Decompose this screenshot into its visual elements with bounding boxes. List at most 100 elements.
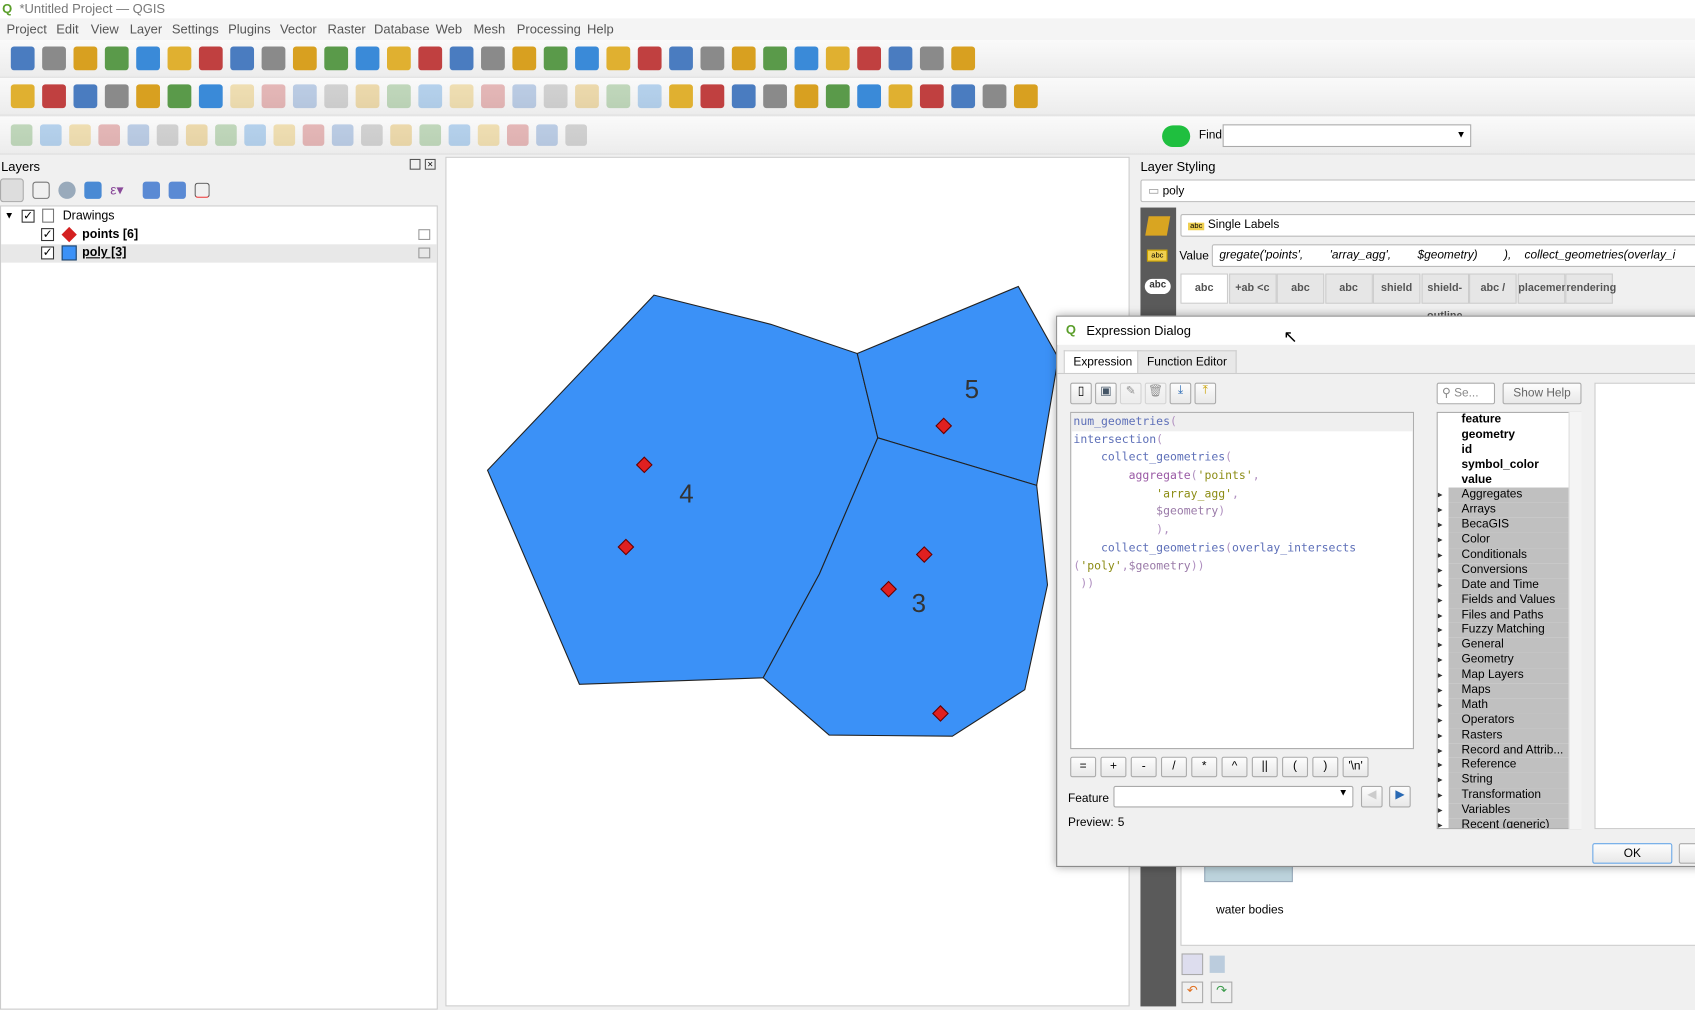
remove-layer-icon[interactable] [194, 182, 210, 198]
new-geopackage-icon[interactable] [42, 84, 66, 109]
add-group-icon[interactable] [32, 181, 50, 199]
function-group[interactable]: Maps [1438, 683, 1581, 699]
visibility-icon[interactable] [58, 181, 76, 199]
rotate-icon[interactable] [69, 124, 91, 146]
menu-edit[interactable]: Edit [56, 22, 78, 37]
expand-all-icon[interactable] [142, 181, 160, 199]
new-print-layout-icon[interactable] [104, 46, 129, 71]
labels-abc-icon[interactable]: abc [1144, 278, 1171, 295]
data-source-manager-icon[interactable] [10, 84, 35, 109]
label-abc-icon[interactable] [669, 84, 693, 109]
save-icon[interactable]: ▣ [1095, 382, 1117, 405]
trim-extend-icon[interactable] [477, 124, 500, 146]
operator-button[interactable]: ^ [1221, 756, 1248, 778]
cut-icon[interactable] [512, 84, 537, 109]
layer-group-drawings[interactable]: ▼ ✓ Drawings [1, 208, 437, 226]
python-icon[interactable] [951, 84, 976, 109]
cloud-icon[interactable] [1162, 125, 1191, 148]
operator-button[interactable]: / [1160, 756, 1187, 778]
operator-button[interactable]: * [1191, 756, 1218, 778]
function-group[interactable]: Math [1438, 698, 1581, 714]
zoom-out-icon[interactable] [292, 46, 317, 71]
embedded-widget-icon[interactable] [418, 247, 431, 259]
statistics-icon[interactable] [825, 46, 850, 71]
save-edits-icon[interactable] [292, 84, 317, 109]
function-group[interactable]: Transformation [1438, 788, 1581, 804]
new-mesh-icon[interactable] [167, 84, 192, 109]
menu-layer[interactable]: Layer [130, 22, 162, 37]
label-change-icon[interactable] [825, 84, 850, 109]
pan-icon[interactable] [198, 46, 223, 71]
zoom-to-selection-icon[interactable] [355, 46, 380, 71]
function-group[interactable]: Conditionals [1438, 548, 1581, 564]
import-icon[interactable]: ⤓ [1169, 382, 1192, 405]
attribute-table-icon[interactable] [763, 46, 787, 71]
map-canvas[interactable]: 4 5 3 [445, 156, 1130, 1007]
split-parts-icon[interactable] [361, 124, 383, 146]
field-item[interactable]: geometry [1438, 428, 1581, 443]
function-group[interactable]: General [1438, 638, 1581, 654]
delete-selected-icon[interactable] [481, 84, 505, 109]
new-spatialite-icon[interactable] [104, 84, 129, 109]
reshape-icon[interactable] [273, 124, 296, 146]
group-checkbox[interactable]: ✓ [21, 209, 35, 223]
filter-icon[interactable] [84, 181, 102, 199]
modify-attributes-icon[interactable] [449, 84, 474, 109]
expression-filter-icon[interactable]: ε▾ [110, 182, 134, 199]
operator-button[interactable]: || [1251, 756, 1278, 778]
refresh-icon[interactable] [606, 46, 631, 71]
plugin-more-icon[interactable] [1013, 84, 1038, 109]
merge-attributes-icon[interactable] [390, 124, 412, 146]
map-tips-icon[interactable] [888, 46, 913, 71]
label-value-expression[interactable]: gregate('points', 'array_agg', $geometry… [1211, 244, 1695, 268]
menu-help[interactable]: Help [587, 22, 614, 37]
layer-item-points[interactable]: ✓ points [6] [1, 226, 437, 244]
style-manager-icon[interactable] [167, 46, 192, 71]
add-part-icon[interactable] [156, 124, 179, 146]
menu-view[interactable]: View [91, 22, 119, 37]
add-feature-icon[interactable] [386, 84, 411, 109]
delete-part-icon[interactable] [244, 124, 266, 146]
label-tab-7[interactable]: placement [1517, 273, 1572, 304]
field-item[interactable]: id [1438, 443, 1581, 458]
label-tab-5[interactable]: shield-outline [1420, 273, 1469, 322]
show-help-button[interactable]: Show Help [1502, 382, 1582, 405]
toggle-editing-icon[interactable] [230, 84, 255, 109]
function-group[interactable]: Fields and Values [1438, 593, 1581, 609]
label-tab-2[interactable]: abc [1276, 273, 1325, 304]
new-shapefile-icon[interactable] [73, 84, 98, 109]
function-group[interactable]: Map Layers [1438, 668, 1581, 684]
style-panel-icon[interactable] [0, 178, 24, 203]
collapse-all-icon[interactable] [168, 181, 186, 199]
expression-editor[interactable]: num_geometries(intersection( collect_geo… [1070, 411, 1414, 750]
field-item[interactable]: symbol_color [1438, 458, 1581, 473]
function-group[interactable]: Variables [1438, 803, 1581, 819]
add-polygon-icon[interactable] [355, 84, 380, 109]
function-group[interactable]: Recent (generic) [1438, 818, 1581, 829]
feature-select[interactable]: ▼ [1113, 785, 1354, 808]
open-project-icon[interactable] [42, 46, 66, 71]
operator-button[interactable]: = [1070, 756, 1097, 778]
function-group[interactable]: Rasters [1438, 728, 1581, 744]
menu-vector[interactable]: Vector [280, 22, 317, 37]
zoom-to-layer-icon[interactable] [386, 46, 411, 71]
plugin-color-icon[interactable] [982, 84, 1007, 109]
select-features-icon[interactable] [637, 46, 662, 71]
function-group[interactable]: BecaGIS [1438, 518, 1581, 534]
zoom-next-icon[interactable] [481, 46, 505, 71]
identify-icon[interactable] [731, 46, 756, 71]
embedded-widget-icon[interactable] [418, 229, 431, 240]
label-tab-3[interactable]: abc [1324, 273, 1373, 304]
tab-expression[interactable]: Expression [1063, 350, 1142, 373]
locator-search-input[interactable]: ▼ [1222, 124, 1472, 148]
delete-ring-icon[interactable] [215, 124, 237, 146]
rotate-point-symbols-icon[interactable] [448, 124, 471, 146]
function-group[interactable]: Color [1438, 533, 1581, 549]
copy-paste-icon[interactable] [506, 124, 529, 146]
label-move-icon[interactable] [763, 84, 787, 109]
menu-settings[interactable]: Settings [172, 22, 219, 37]
split-features-icon[interactable] [331, 124, 354, 146]
undo-icon[interactable] [606, 84, 631, 109]
cancel-button[interactable] [1678, 843, 1695, 864]
next-feature-icon[interactable]: ▶ [1389, 785, 1411, 808]
